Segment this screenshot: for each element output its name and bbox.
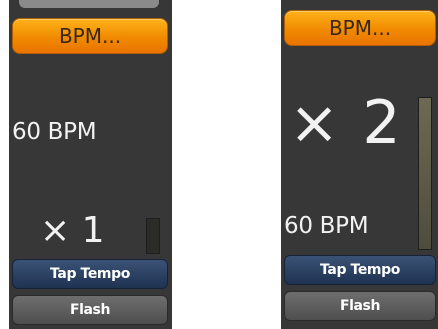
flash-button[interactable]: Flash — [12, 295, 168, 325]
bpm-readout: 60 BPM — [284, 213, 369, 239]
top-control-edge[interactable] — [19, 0, 159, 8]
tap-tempo-button[interactable]: Tap Tempo — [284, 255, 436, 285]
tempo-panels-screen: BPM... 60 BPM × 1 Tap Tempo Flash BPM...… — [0, 0, 438, 329]
tempo-panel-left: BPM... 60 BPM × 1 Tap Tempo Flash — [9, 0, 172, 329]
flash-button[interactable]: Flash — [284, 291, 436, 321]
level-meter — [418, 97, 432, 250]
level-meter — [146, 218, 160, 254]
tempo-multiplier: × 1 — [40, 210, 105, 251]
level-meter-fill — [419, 98, 431, 249]
tap-tempo-button[interactable]: Tap Tempo — [12, 259, 168, 289]
bpm-button[interactable]: BPM... — [284, 10, 436, 46]
tempo-panel-right: BPM... × 2 60 BPM Tap Tempo Flash — [281, 0, 438, 329]
bpm-button[interactable]: BPM... — [12, 18, 168, 54]
tempo-multiplier: × 2 — [289, 88, 403, 158]
bpm-readout: 60 BPM — [12, 119, 97, 145]
